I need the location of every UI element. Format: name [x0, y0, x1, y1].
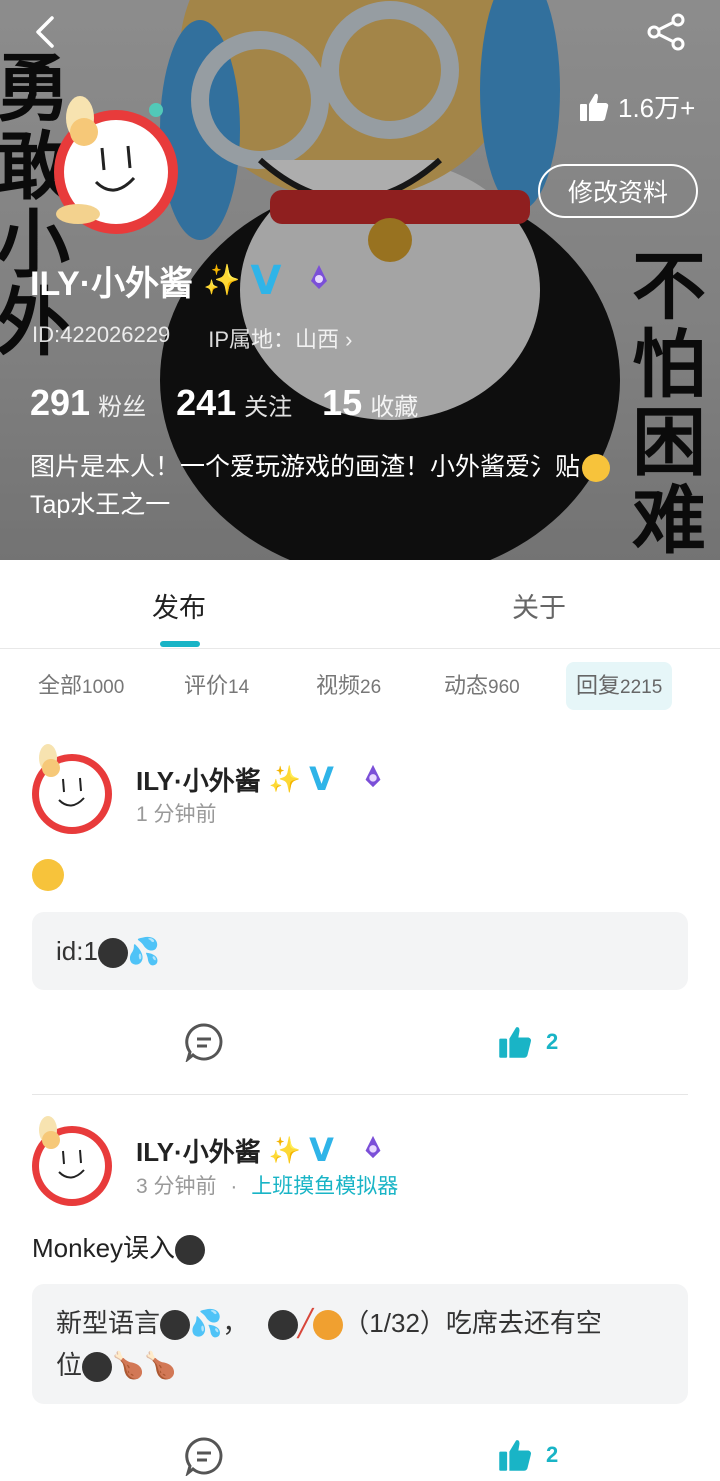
comment-icon: [185, 1437, 223, 1478]
thumbs-up-icon: [499, 1027, 532, 1058]
profile-username-row: ILY·小外酱 ✨ V: [30, 256, 333, 305]
post-content: Monkey误入: [32, 1228, 206, 1266]
flushed-face-emoji-icon: [32, 859, 64, 892]
verified-icon: V: [250, 257, 282, 304]
stat-following[interactable]: 241 关注: [176, 382, 292, 424]
dark-face-emoji-icon: [160, 1310, 191, 1341]
stat-followers[interactable]: 291 粉丝: [30, 382, 146, 424]
content-filters: 全部1000 评价14 视频26 动态960 回复2215: [0, 662, 720, 710]
profile-stats: 291 粉丝 241 关注 15 收藏: [30, 382, 418, 424]
verified-icon: V: [309, 760, 334, 798]
comment-button[interactable]: [184, 1022, 224, 1064]
post-author-row: ILY·小外酱 ✨ V: [136, 1131, 386, 1169]
comment-icon: [185, 1023, 223, 1064]
dark-face-emoji-icon: [97, 938, 128, 969]
nerd-face-emoji-icon: [582, 454, 611, 483]
sparkle-icon: ✨: [268, 763, 302, 794]
comment-button[interactable]: [184, 1436, 224, 1478]
sweat-droplets-icon: 💦: [190, 1308, 223, 1338]
tab-active-indicator: [160, 641, 200, 647]
tab-about[interactable]: 关于: [512, 586, 566, 625]
avatar[interactable]: [44, 96, 184, 236]
post-author-avatar[interactable]: [26, 744, 118, 836]
sweat-droplets-icon: 💦: [127, 936, 161, 966]
level-badge-icon: [305, 261, 333, 300]
total-likes: 1.6万+: [578, 88, 695, 125]
profile-meta: ID:422026229 IP属地：山西 ›: [32, 322, 352, 354]
post-time: 1 分钟前: [136, 803, 217, 826]
post-meta: 3 分钟前 · 上班摸鱼模拟器: [136, 1175, 399, 1198]
dark-face-emoji-icon: [82, 1352, 113, 1383]
like-button[interactable]: 2: [496, 1437, 558, 1473]
stat-favorites[interactable]: 15 收藏: [322, 382, 418, 424]
post-game-link[interactable]: 上班摸鱼模拟器: [251, 1175, 398, 1198]
post-divider: [32, 1094, 688, 1095]
filter-moments[interactable]: 动态960: [434, 662, 530, 710]
dark-face-emoji-icon: [267, 1310, 298, 1341]
user-id: ID:422026229: [32, 322, 171, 347]
profile-bio: 图片是本人！一个爱玩游戏的画渣！小外酱爱氵贴 Tap水王之一: [30, 448, 690, 524]
filter-replies[interactable]: 回复2215: [566, 662, 673, 710]
post-time: 3 分钟前: [136, 1175, 217, 1198]
poultry-leg-icon: 🍗: [144, 1350, 177, 1380]
post-author-row: ILY·小外酱 ✨ V: [136, 760, 386, 798]
profile-username: ILY·小外酱: [30, 265, 194, 303]
like-count: 2: [546, 1029, 559, 1054]
post-author-name[interactable]: ILY·小外酱: [136, 761, 261, 798]
post-content: [32, 858, 64, 892]
like-count: 2: [546, 1442, 559, 1467]
poultry-leg-icon: 🍗: [112, 1350, 145, 1380]
share-icon[interactable]: [644, 12, 688, 52]
tab-posts[interactable]: 发布: [152, 586, 206, 625]
paella-pan-icon: [313, 1310, 344, 1341]
level-badge-icon: [360, 763, 386, 796]
sparkle-icon: ✨: [203, 264, 241, 297]
thumbs-up-icon: [580, 93, 609, 121]
filter-all[interactable]: 全部1000: [28, 662, 134, 710]
chevron-right-icon: ›: [339, 327, 353, 352]
profile-tabs: 发布 关于: [0, 560, 720, 649]
ip-location-link[interactable]: IP属地：山西 ›: [208, 322, 352, 354]
quoted-reply[interactable]: id:1 💦: [32, 912, 688, 990]
thumbs-up-icon: [499, 1440, 532, 1471]
like-button[interactable]: 2: [496, 1024, 558, 1060]
filter-reviews[interactable]: 评价14: [174, 662, 259, 710]
back-arrow-icon[interactable]: [28, 14, 64, 50]
post-author-avatar[interactable]: [26, 1116, 118, 1208]
sparkle-icon: ✨: [268, 1134, 302, 1165]
quoted-reply[interactable]: 新型语言 💦， ╱ （1/32）吃席去还有空 位 🍗🍗: [32, 1284, 688, 1404]
verified-icon: V: [309, 1131, 334, 1169]
dark-face-emoji-icon: [175, 1235, 206, 1266]
profile-header: 勇 敢 小 外 不 怕 困 难 1.6万+ 修改资料 ILY·小外酱 ✨ V I…: [0, 0, 720, 560]
level-badge-icon: [360, 1134, 386, 1167]
likes-count: 1.6万+: [618, 93, 696, 123]
chopsticks-icon: ╱: [297, 1308, 314, 1338]
filter-videos[interactable]: 视频26: [306, 662, 391, 710]
edit-profile-button[interactable]: 修改资料: [538, 164, 698, 218]
post-author-name[interactable]: ILY·小外酱: [136, 1132, 261, 1169]
